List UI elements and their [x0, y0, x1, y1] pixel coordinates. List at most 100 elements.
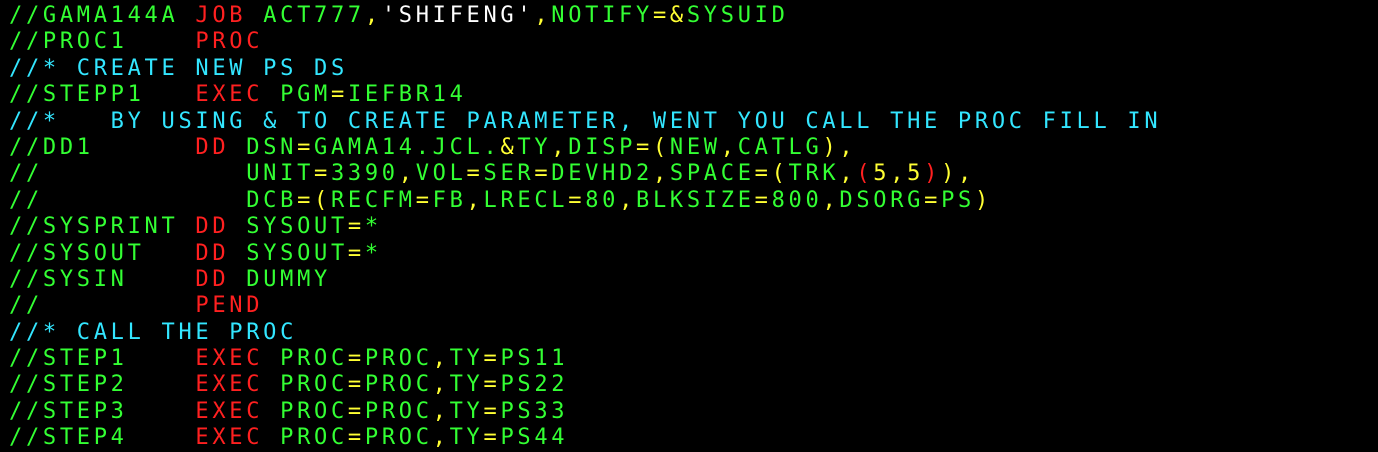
jcl-text-segment: SER: [483, 161, 535, 187]
jcl-line: //STEP2 EXEC PROC=PROC,TY=PS22: [9, 372, 1378, 398]
jcl-text-segment: //STEP3: [9, 398, 196, 424]
jcl-text-segment: ,: [432, 346, 450, 372]
jcl-text-segment: ,: [619, 187, 637, 213]
jcl-text-segment: //DD1: [9, 134, 196, 160]
jcl-text-segment: PS11: [500, 346, 569, 372]
jcl-line: // UNIT=3390,VOL=SER=DEVHD2,SPACE=(TRK,(…: [9, 161, 1378, 187]
jcl-text-segment: //* CREATE NEW PS DS: [9, 55, 348, 81]
jcl-text-segment: PROC: [364, 372, 433, 398]
jcl-text-segment: LRECL: [483, 187, 569, 213]
jcl-text-segment: =: [347, 346, 365, 372]
jcl-line: //STEPP1 EXEC PGM=IEFBR14: [9, 82, 1378, 108]
jcl-text-segment: EXEC: [195, 372, 281, 398]
jcl-text-segment: PEND: [195, 293, 264, 319]
jcl-line: //SYSOUT DD SYSOUT=*: [9, 241, 1378, 267]
jcl-text-segment: JOB: [195, 3, 264, 28]
jcl-text-segment: PROC: [364, 346, 433, 372]
jcl-line: //STEP3 EXEC PROC=PROC,TY=PS33: [9, 399, 1378, 425]
jcl-text-segment: //: [9, 187, 247, 213]
jcl-text-segment: =: [347, 425, 365, 451]
jcl-line: // PEND: [9, 293, 1378, 319]
jcl-text-segment: ): [924, 161, 942, 187]
jcl-text-segment: ,: [398, 161, 416, 187]
jcl-text-segment: //STEP4: [9, 425, 196, 451]
jcl-text-segment: =: [652, 3, 670, 28]
jcl-text-segment: DD: [195, 134, 247, 160]
jcl-text-segment: =: [483, 346, 501, 372]
jcl-text-segment: TY: [517, 134, 552, 160]
jcl-text-segment: PGM: [280, 82, 331, 108]
jcl-text-segment: 3390: [330, 161, 399, 187]
jcl-line: //GAMA144A JOB ACT777,'SHIFENG',NOTIFY=&…: [9, 3, 1378, 29]
jcl-text-segment: =: [483, 425, 501, 451]
jcl-text-segment: ,: [432, 398, 450, 424]
jcl-text-segment: ),: [941, 161, 975, 187]
jcl-text-segment: SPACE: [669, 161, 755, 187]
jcl-text-segment: //SYSOUT: [9, 240, 196, 266]
jcl-text-segment: DCB: [246, 187, 298, 213]
jcl-text-segment: ,: [534, 3, 552, 28]
jcl-text-segment: IEFBR14: [347, 82, 467, 108]
jcl-text-segment: =: [347, 372, 365, 398]
jcl-text-segment: NOTIFY: [551, 3, 653, 28]
jcl-text-segment: 800: [771, 187, 823, 213]
jcl-text-segment: TY: [449, 398, 484, 424]
jcl-text-segment: =: [347, 398, 365, 424]
jcl-text-segment: SYSOUT: [246, 240, 348, 266]
jcl-text-segment: PROC: [195, 29, 264, 55]
jcl-text-segment: =: [415, 187, 433, 213]
jcl-line: // DCB=(RECFM=FB,LRECL=80,BLKSIZE=800,DS…: [9, 188, 1378, 214]
jcl-text-segment: FB: [432, 187, 467, 213]
jcl-text-segment: =: [330, 82, 348, 108]
jcl-text-segment: &: [669, 3, 687, 28]
jcl-text-segment: EXEC: [195, 398, 281, 424]
jcl-text-segment: PROC: [280, 346, 348, 372]
jcl-text-segment: *: [364, 214, 382, 240]
jcl-text-segment: 80: [585, 187, 620, 213]
jcl-text-segment: =: [297, 134, 315, 160]
jcl-text-segment: DUMMY: [246, 266, 331, 292]
jcl-text-segment: PS: [941, 187, 975, 213]
jcl-text-segment: =(: [636, 134, 670, 160]
jcl-text-segment: UNIT: [246, 161, 315, 187]
jcl-text-segment: PS33: [500, 398, 569, 424]
jcl-text-segment: ,: [364, 3, 382, 28]
jcl-text-segment: &: [500, 134, 518, 160]
jcl-line: //STEP1 EXEC PROC=PROC,TY=PS11: [9, 346, 1378, 372]
jcl-text-segment: TY: [449, 425, 484, 451]
jcl-text-segment: =: [483, 398, 501, 424]
jcl-text-segment: ,: [720, 134, 738, 160]
jcl-text-segment: =: [347, 240, 365, 266]
jcl-text-segment: =: [924, 187, 942, 213]
jcl-text-segment: //* CALL THE PROC: [9, 319, 298, 345]
jcl-text-segment: //: [9, 161, 247, 187]
jcl-text-segment: ,: [822, 187, 840, 213]
jcl-text-segment: DD: [195, 240, 247, 266]
jcl-text-segment: BLKSIZE: [636, 187, 755, 213]
jcl-text-segment: DISP: [568, 134, 637, 160]
jcl-text-segment: TY: [449, 372, 484, 398]
jcl-text-segment: DEVHD2: [551, 161, 653, 187]
jcl-text-segment: 5,5: [873, 161, 925, 187]
jcl-text-segment: DD: [195, 266, 247, 292]
terminal-screen[interactable]: //GAMA144A JOB ACT777,'SHIFENG',NOTIFY=&…: [0, 0, 1378, 451]
jcl-text-segment: //SYSIN: [9, 266, 196, 292]
jcl-text-segment: ,: [551, 134, 569, 160]
jcl-text-segment: EXEC: [195, 425, 281, 451]
jcl-text-segment: DD: [195, 214, 247, 240]
jcl-line: //DD1 DD DSN=GAMA14.JCL.&TY,DISP=(NEW,CA…: [9, 135, 1378, 161]
jcl-text-segment: //* BY USING & TO CREATE PARAMETER, WENT…: [9, 108, 1162, 134]
jcl-text-segment: PROC: [364, 398, 433, 424]
jcl-text-segment: GAMA14.JCL.: [314, 134, 501, 160]
jcl-text-segment: 'SHIFENG': [381, 3, 535, 28]
jcl-text-segment: SYSOUT: [246, 214, 348, 240]
jcl-text-segment: =: [314, 161, 331, 187]
jcl-text-segment: //STEP2: [9, 372, 196, 398]
jcl-text-segment: =: [534, 161, 552, 187]
jcl-text-segment: //STEP1: [9, 346, 196, 372]
jcl-text-segment: NEW: [669, 134, 721, 160]
jcl-text-segment: ACT777: [263, 3, 365, 28]
jcl-text-segment: PROC: [280, 398, 348, 424]
jcl-text-segment: //GAMA144A: [9, 3, 196, 28]
jcl-line: //SYSIN DD DUMMY: [9, 267, 1378, 293]
